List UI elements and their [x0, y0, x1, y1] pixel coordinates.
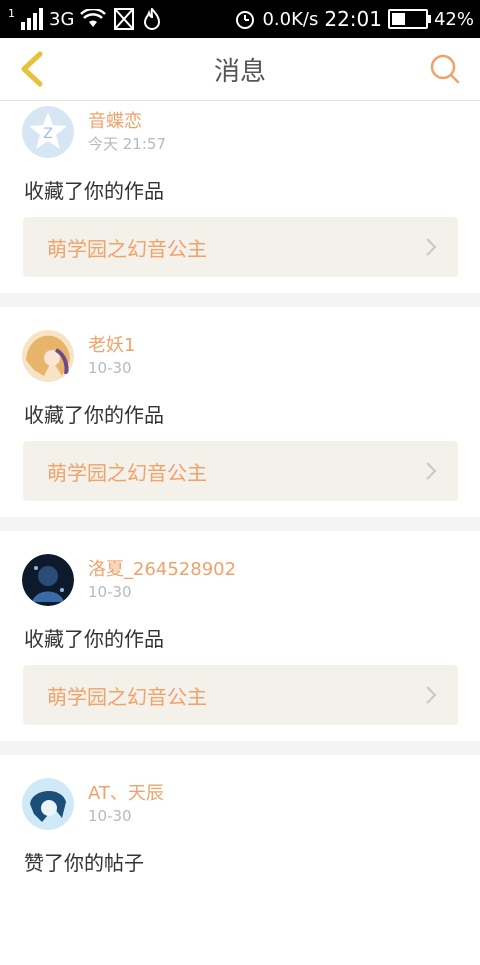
- username[interactable]: 洛夏_264528902: [88, 558, 236, 582]
- divider: [0, 741, 480, 755]
- status-bar: 1 3G 0.0K/s 22:01 42%: [0, 0, 480, 38]
- timestamp: 10-30: [88, 359, 132, 377]
- page-title: 消息: [213, 56, 266, 87]
- message-item[interactable]: 洛夏_264528902 10-30 收藏了你的作品 萌学园之幻音公主: [0, 531, 480, 741]
- header: 消息: [0, 38, 480, 101]
- action-text: 收藏了你的作品: [24, 179, 164, 203]
- avatar[interactable]: [22, 778, 74, 830]
- username[interactable]: AT、天辰: [88, 782, 164, 806]
- work-link[interactable]: 萌学园之幻音公主: [23, 665, 458, 725]
- avatar[interactable]: [22, 330, 74, 382]
- avatar[interactable]: Z: [22, 106, 74, 158]
- message-item[interactable]: 老妖1 10-30 收藏了你的作品 萌学园之幻音公主: [0, 307, 480, 517]
- timestamp: 10-30: [88, 583, 132, 601]
- action-text: 收藏了你的作品: [24, 627, 164, 651]
- chevron-right-icon: [426, 686, 437, 704]
- work-title: 萌学园之幻音公主: [47, 236, 207, 261]
- svg-text:Z: Z: [43, 126, 53, 142]
- network-type: 3G: [49, 8, 75, 30]
- alarm-icon: [236, 11, 255, 29]
- work-link[interactable]: 萌学园之幻音公主: [23, 441, 458, 501]
- chevron-right-icon: [426, 462, 437, 480]
- flame-icon: [144, 8, 161, 30]
- sim-indicator: 1: [8, 6, 15, 20]
- back-button[interactable]: [14, 50, 50, 88]
- wifi-icon: [80, 9, 107, 27]
- user-avatar-image: [22, 778, 74, 830]
- message-item[interactable]: AT、天辰 10-30 赞了你的帖子: [0, 755, 480, 965]
- action-text: 收藏了你的作品: [24, 403, 164, 427]
- work-title: 萌学园之幻音公主: [47, 684, 207, 709]
- search-icon[interactable]: [428, 52, 462, 86]
- clock: 22:01: [324, 7, 382, 31]
- action-text: 赞了你的帖子: [24, 851, 144, 875]
- username[interactable]: 音蝶恋: [88, 110, 166, 134]
- message-item[interactable]: Z 音蝶恋 今天 21:57 收藏了你的作品 萌学园之幻音公主: [0, 101, 480, 293]
- work-title: 萌学园之幻音公主: [47, 460, 207, 485]
- battery-icon: [387, 9, 431, 29]
- user-avatar-image: [22, 554, 74, 606]
- battery-percent: 42%: [433, 8, 474, 30]
- username[interactable]: 老妖1: [88, 334, 135, 358]
- timestamp: 10-30: [88, 807, 132, 825]
- divider: [0, 517, 480, 531]
- divider: [0, 293, 480, 307]
- default-avatar-icon: Z: [22, 106, 74, 158]
- timestamp: 今天 21:57: [88, 135, 166, 153]
- message-list: Z 音蝶恋 今天 21:57 收藏了你的作品 萌学园之幻音公主 老妖1 10-3…: [0, 101, 480, 965]
- work-link[interactable]: 萌学园之幻音公主: [23, 217, 458, 277]
- no-sim-icon: [114, 8, 135, 30]
- chevron-right-icon: [426, 238, 437, 256]
- avatar[interactable]: [22, 554, 74, 606]
- network-speed: 0.0K/s: [262, 8, 319, 30]
- signal-icon: [21, 8, 43, 30]
- user-avatar-image: [22, 330, 74, 382]
